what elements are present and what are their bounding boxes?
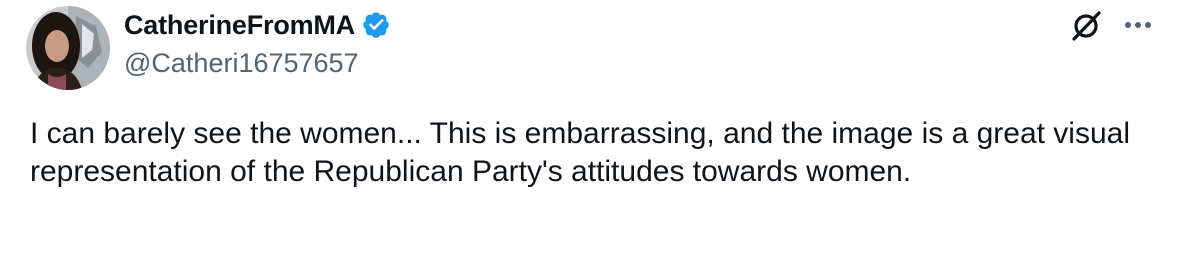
author-handle[interactable]: @Catheri16757657 <box>124 48 359 79</box>
grok-icon <box>1072 11 1101 41</box>
more-horizontal-icon <box>1125 22 1151 28</box>
avatar-image <box>26 6 110 90</box>
verified-badge-icon[interactable] <box>361 10 391 40</box>
avatar[interactable] <box>26 6 110 90</box>
more-options-button[interactable] <box>1118 8 1158 42</box>
tweet-card: CatherineFromMA @Catheri16757657 I can b… <box>0 0 1180 262</box>
author-name-row: CatherineFromMA <box>124 7 391 43</box>
grok-button[interactable] <box>1066 6 1106 46</box>
tweet-text: I can barely see the women... This is em… <box>30 117 1130 188</box>
author-display-name[interactable]: CatherineFromMA <box>124 10 355 41</box>
